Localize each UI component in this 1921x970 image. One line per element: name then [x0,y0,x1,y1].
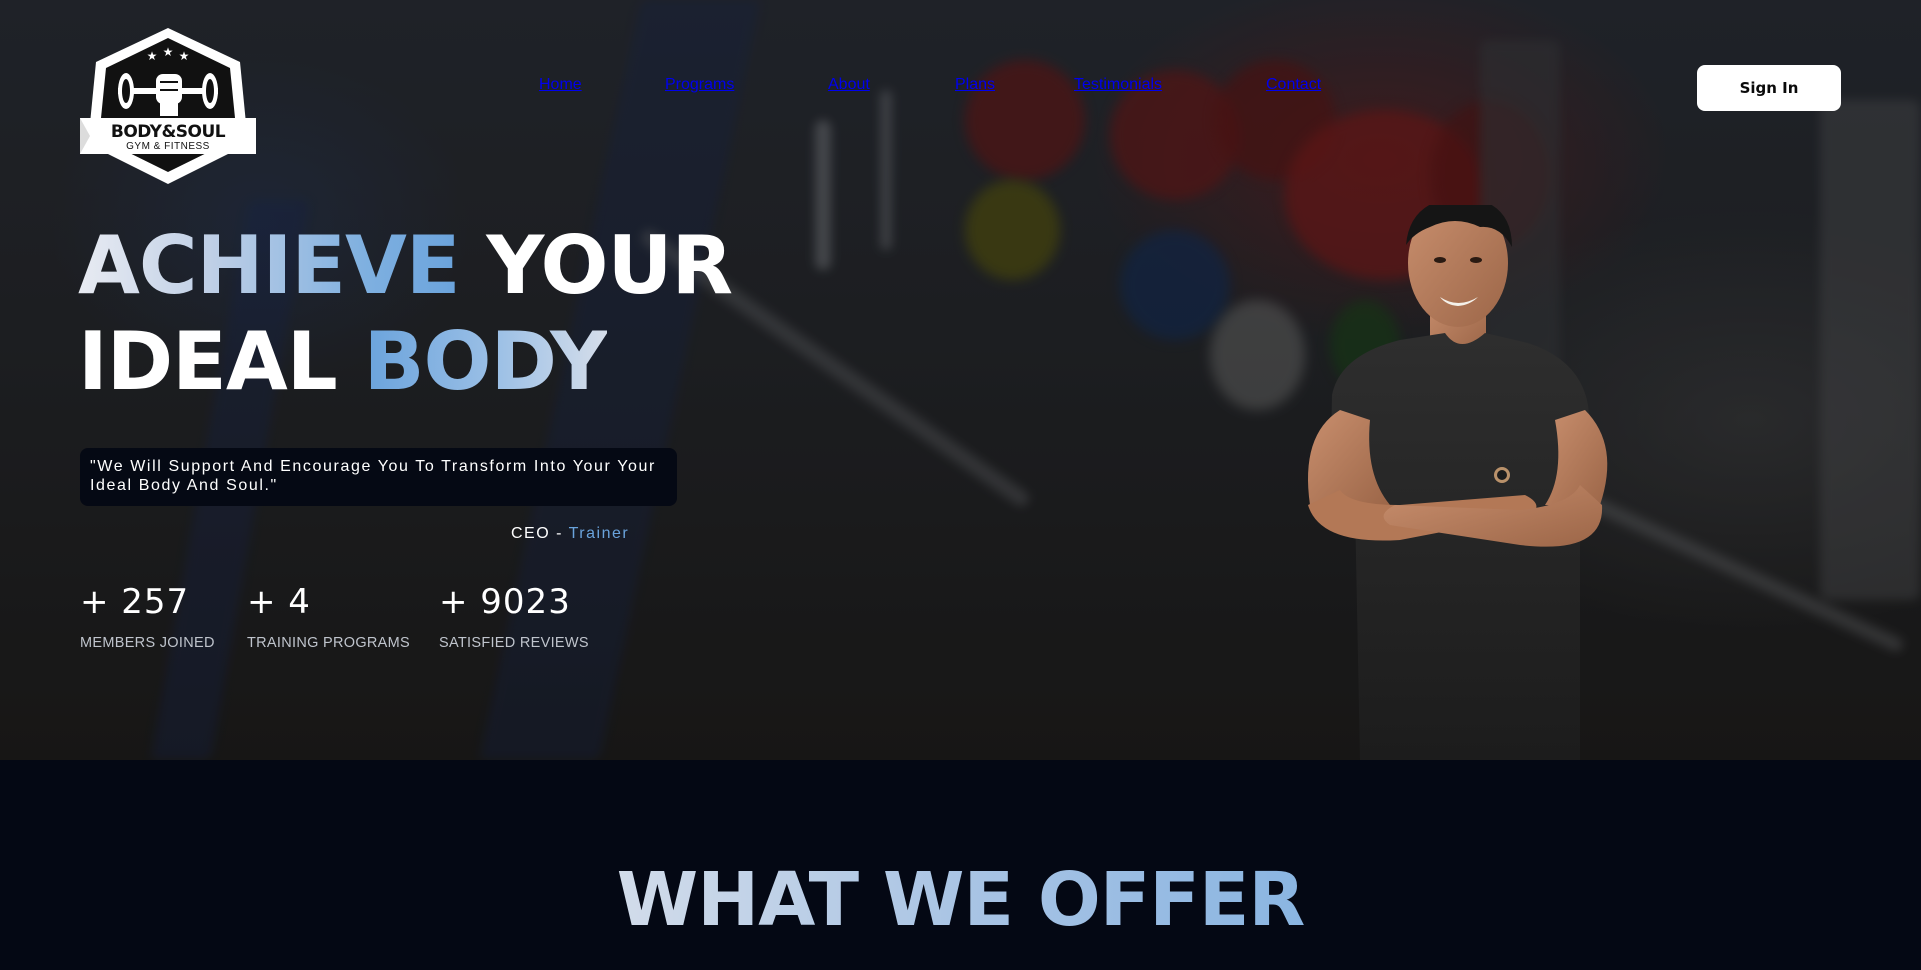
quote-attribution: CEO - Trainer [511,525,629,543]
nav-home[interactable]: Home [539,76,582,94]
nav-contact[interactable]: Contact [1266,76,1321,94]
headline-word-your: YOUR [486,219,733,312]
svg-text:★: ★ [163,45,174,59]
stat-label: TRAINING PROGRAMS [247,635,410,651]
stat-members: + 257 MEMBERS JOINED [80,582,215,651]
offer-heading: WHAT WE OFFER [0,860,1921,940]
nav-testimonials[interactable]: Testimonials [1074,76,1162,94]
stat-value: + 4 [247,582,311,622]
trainer-image [1308,205,1608,760]
offer-heading-text: WHAT WE OFFER [616,857,1306,943]
headline-word-achieve: ACHIEVE [78,219,461,312]
svg-text:★: ★ [147,49,158,63]
stat-value: + 257 [80,582,190,622]
hero-quote: "We Will Support And Encourage You To Tr… [80,448,677,506]
stat-label: SATISFIED REVIEWS [439,635,589,651]
brand-logo[interactable]: ★ ★ ★ [80,26,256,186]
brand-name: BODY&SOUL [110,122,226,142]
svg-text:★: ★ [179,49,190,63]
stat-programs: + 4 TRAINING PROGRAMS [247,582,410,651]
nav-programs[interactable]: Programs [665,76,734,94]
sign-in-button[interactable]: Sign In [1697,65,1841,111]
offer-section: WHAT WE OFFER [0,760,1921,970]
attribution-role: Trainer [568,525,630,542]
stat-reviews: + 9023 SATISFIED REVIEWS [439,582,589,651]
stat-value: + 9023 [439,582,571,622]
stat-label: MEMBERS JOINED [80,635,215,651]
attribution-separator: - [556,525,563,542]
nav-about[interactable]: About [828,76,870,94]
brand-tagline: GYM & FITNESS [126,141,210,152]
headline-word-ideal: IDEAL [78,315,338,408]
hero-headline: ACHIEVE YOUR IDEAL BODY [78,218,733,410]
headline-word-body: BODY [363,315,608,408]
attribution-title: CEO [511,525,551,542]
nav-plans[interactable]: Plans [955,76,995,94]
hero-section: ★ ★ ★ BODY&SOUL GYM & FITNESS Home Progr… [0,0,1921,760]
